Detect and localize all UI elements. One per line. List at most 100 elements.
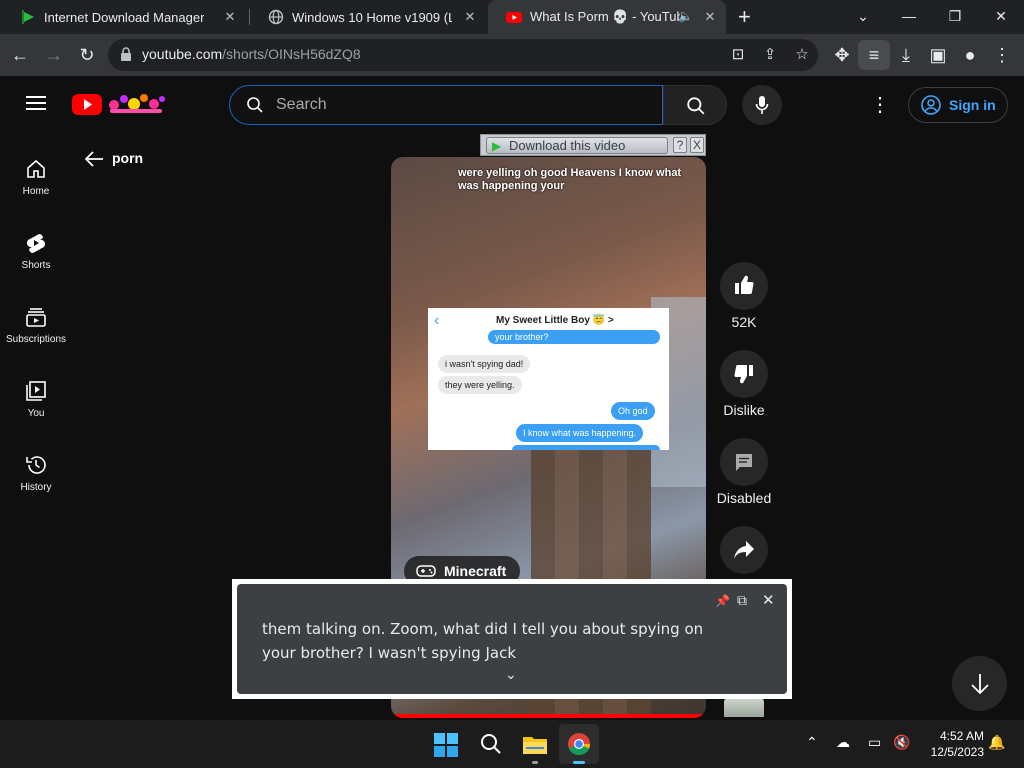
share-arrow-icon [734,541,754,559]
forward-icon[interactable]: → [38,34,70,76]
tab-strip: Internet Download Manager: Th ✕ Windows … [0,0,1024,34]
back-icon[interactable]: ← [4,34,36,76]
back-to-results-button[interactable]: porn [84,148,154,170]
settings-more-icon[interactable]: ⋮ [870,92,890,117]
chat-screenshot: ‹ My Sweet Little Boy 😇 > your brother? … [428,308,669,450]
url-text: youtube.com/shorts/OINsH56dZQ8 [142,46,361,62]
side-panel-icon[interactable]: ▣ [922,34,954,76]
start-button[interactable] [434,733,458,757]
microphone-icon [755,96,769,114]
hamburger-menu-icon[interactable] [26,96,46,110]
video-progress-bar[interactable] [391,714,706,718]
window-close-button[interactable]: ✕ [978,0,1024,34]
share-button[interactable] [720,526,768,574]
download-close-button[interactable]: X [690,137,704,153]
video-burned-caption: were yelling oh good Heavens I know what… [458,167,682,192]
sidebar-item-shorts[interactable]: Shorts [0,216,72,290]
chevron-down-icon[interactable]: ⌄ [505,666,517,683]
clock-date: 12/5/2023 [930,745,984,759]
profile-icon[interactable]: ● [954,34,986,76]
globe-icon [268,9,284,25]
chrome-icon [568,733,591,756]
idm-arrow-icon [22,10,34,24]
search-input[interactable] [276,94,646,116]
pin-icon[interactable]: 📌 [715,594,730,608]
install-app-icon[interactable]: ⊡ [728,45,748,65]
download-help-button[interactable]: ? [673,137,687,153]
tab-title: Windows 10 Home v1909 (Leno [292,9,452,25]
youtube-logo[interactable] [72,92,168,116]
sidebar-item-subscriptions[interactable]: Subscriptions [0,290,72,364]
downloads-icon[interactable]: ⤓ [890,34,922,76]
comment-icon [736,454,752,471]
download-video-button[interactable]: ▶ Download this video [486,137,668,154]
onedrive-icon[interactable]: ☁ [836,734,850,751]
like-button[interactable] [720,262,768,310]
tab-title: What Is Porm 💀 - YouTube [530,9,680,24]
sidebar-item-label: History [20,482,52,493]
file-explorer-button[interactable] [522,734,548,761]
sidebar-item-history[interactable]: History [0,438,72,512]
idm-download-panel: ▶ Download this video ? X [480,134,706,156]
download-video-label: Download this video [509,138,626,153]
notification-bell-icon[interactable]: 🔔 [988,734,1005,751]
folder-icon [523,737,547,754]
new-tab-button[interactable]: + [738,4,751,30]
search-button[interactable] [663,85,727,125]
close-icon[interactable]: ✕ [762,591,775,609]
taskbar-search-button[interactable] [480,733,502,760]
search-icon [247,97,263,113]
expand-window-icon[interactable]: ⧉ [737,592,747,609]
bookmark-star-icon[interactable]: ☆ [792,45,812,65]
youtube-doodle-icon [72,94,165,115]
youtube-icon [506,12,522,23]
sign-in-button[interactable]: Sign in [908,87,1008,123]
search-icon [481,734,501,754]
dislike-button[interactable] [720,350,768,398]
lock-icon [121,47,131,61]
chrome-menu-icon[interactable]: ⋮ [986,34,1018,76]
reload-icon[interactable]: ↻ [71,34,103,76]
sidebar-item-home[interactable]: Home [0,142,72,216]
live-caption-text: them talking on. Zoom, what did I tell y… [262,620,704,662]
chat-bubble-left: i wasn't spying dad! [438,355,531,373]
comments-button[interactable] [720,438,768,486]
topic-chip-label: Minecraft [444,563,507,579]
audio-playing-icon[interactable]: 🔈 [678,9,693,23]
taskbar-indicator [573,761,585,764]
extensions-icon[interactable]: ✥ [826,34,858,76]
tab-idm[interactable]: Internet Download Manager: Th ✕ [2,0,246,34]
show-hidden-icons-icon[interactable]: ⌃ [806,734,818,751]
share-icon[interactable]: ⇪ [760,45,780,65]
sidebar-item-label: Home [22,186,50,197]
chat-bubble-right: I know what was happening. [516,424,644,442]
tab-search-icon[interactable]: ⌄ [840,0,886,34]
close-icon[interactable]: ✕ [222,9,238,25]
clock-time: 4:52 AM [939,729,984,743]
sidebar-item-label: You [27,408,45,419]
gamepad-icon [416,565,436,577]
home-icon [27,159,45,178]
tab-windows[interactable]: Windows 10 Home v1909 (Leno ✕ [250,0,486,34]
close-icon[interactable]: ✕ [702,9,718,25]
voice-search-button[interactable] [742,85,782,125]
network-icon[interactable]: ▭ [868,734,881,751]
close-icon[interactable]: ✕ [462,9,478,25]
media-controls-icon[interactable]: ≡ [858,40,890,70]
volume-muted-icon[interactable]: 🔇 [893,734,910,751]
chat-bubble-right [512,445,660,450]
minimize-button[interactable]: — [886,0,932,34]
channel-thumbnail[interactable] [724,698,764,717]
address-bar[interactable]: youtube.com/shorts/OINsH56dZQ8 ⊡ ⇪ ☆ [108,39,818,71]
clock[interactable]: 4:52 AM 12/5/2023 [920,729,984,759]
you-icon [26,381,46,401]
tab-title: Internet Download Manager: Th [44,9,204,25]
arrow-down-icon [971,674,989,695]
chrome-taskbar-button[interactable] [559,724,599,764]
sidebar-item-you[interactable]: You [0,364,72,438]
tab-youtube[interactable]: What Is Porm 💀 - YouTube 🔈 ✕ [488,0,726,34]
restore-button[interactable]: ❐ [932,0,978,34]
youtube-header: ⋮ Sign in [0,76,1024,132]
next-video-button[interactable] [952,656,1007,711]
live-caption-panel: 📌 ⧉ ✕ them talking on. Zoom, what did I … [232,579,792,699]
